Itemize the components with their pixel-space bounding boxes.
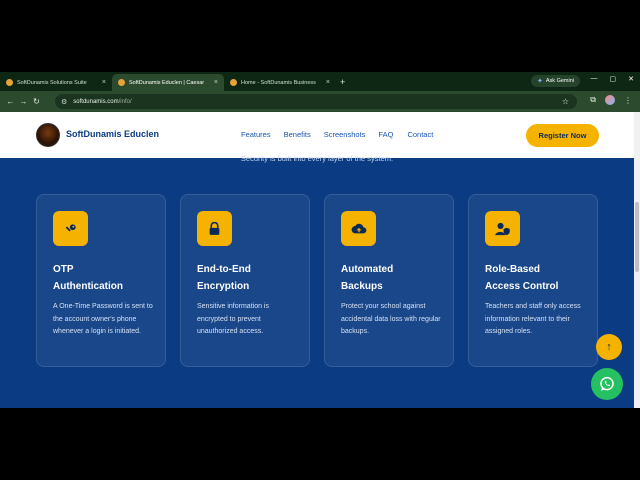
page-scrollbar[interactable] <box>634 112 640 408</box>
whatsapp-icon <box>600 376 614 391</box>
address-bar-row: ← → ↻ ⚙ softdunamis.com/info/ ☆ ⧉ ⋮ <box>0 91 640 112</box>
reload-icon[interactable]: ↻ <box>30 97 43 106</box>
favicon-icon <box>230 79 237 86</box>
tab-label: SoftDunamis Educlen | Caesar <box>129 79 205 86</box>
card-title: OTP Authentication <box>53 261 163 295</box>
browser-tab-2[interactable]: SoftDunamis Educlen | Caesar × <box>112 74 224 91</box>
webpage: SoftDunamis Educlen Features Benefits Sc… <box>0 112 634 408</box>
card-title: Automated Backups <box>341 261 451 295</box>
url-field[interactable]: ⚙ softdunamis.com/info/ ☆ <box>55 94 577 109</box>
card-title: Role-Based Access Control <box>485 261 595 295</box>
window-controls: — ▢ ✕ <box>591 75 635 83</box>
brand-logo[interactable] <box>36 123 60 147</box>
forward-icon[interactable]: → <box>17 97 30 106</box>
feature-card-otp: OTP Authentication A One-Time Password is… <box>36 194 166 367</box>
nav-features[interactable]: Features <box>241 130 271 139</box>
toolbar-icons: ⧉ ⋮ <box>590 95 632 105</box>
card-title-line2: Encryption <box>197 281 250 292</box>
card-title-line1: Automated <box>341 264 394 275</box>
card-description: Protect your school against accidental d… <box>341 303 441 335</box>
lock-icon <box>197 211 232 246</box>
site-header: SoftDunamis Educlen Features Benefits Sc… <box>0 112 634 158</box>
favicon-icon <box>118 79 125 86</box>
url-path: /info/ <box>118 98 132 105</box>
main-nav: Features Benefits Screenshots FAQ Contac… <box>241 130 433 139</box>
brand-name[interactable]: SoftDunamis Educlen <box>66 129 159 139</box>
section-subtitle: Security is built into every layer of th… <box>240 154 394 163</box>
favicon-icon <box>6 79 13 86</box>
menu-icon[interactable]: ⋮ <box>624 96 632 105</box>
scroll-to-top-button[interactable]: ↑ <box>596 334 622 360</box>
gemini-label: Ask Gemini <box>545 78 574 84</box>
site-info-icon[interactable]: ⚙ <box>61 98 67 106</box>
close-icon[interactable]: × <box>214 79 218 86</box>
card-description: Teachers and staff only access informati… <box>485 303 581 335</box>
register-now-button[interactable]: Register Now <box>526 124 599 147</box>
card-title: End-to-End Encryption <box>197 261 307 295</box>
feature-card-encryption: End-to-End Encryption Sensitive informati… <box>180 194 310 367</box>
tab-label: Home - SoftDunamis Business <box>241 79 316 86</box>
card-title-line2: Authentication <box>53 281 123 292</box>
card-title-line2: Backups <box>341 281 383 292</box>
browser-tab-1[interactable]: SoftDunamis Solutions Suite × <box>0 74 112 91</box>
whatsapp-button[interactable] <box>591 368 623 400</box>
feature-card-backups: Automated Backups Protect your school aga… <box>324 194 454 367</box>
card-title-line1: OTP <box>53 264 74 275</box>
minimize-icon[interactable]: — <box>591 75 598 83</box>
card-title-line1: Role-Based <box>485 264 541 275</box>
card-title-line1: End-to-End <box>197 264 251 275</box>
card-description: Sensitive information is encrypted to pr… <box>197 303 269 335</box>
card-description: A One-Time Password is sent to the accou… <box>53 303 153 335</box>
maximize-icon[interactable]: ▢ <box>610 75 617 83</box>
close-icon[interactable]: × <box>326 79 330 86</box>
browser-window: SoftDunamis Solutions Suite × SoftDunami… <box>0 72 640 408</box>
nav-faq[interactable]: FAQ <box>378 130 393 139</box>
bookmark-star-icon[interactable]: ☆ <box>562 97 569 106</box>
browser-tab-3[interactable]: Home - SoftDunamis Business × <box>224 74 336 91</box>
tab-strip: SoftDunamis Solutions Suite × SoftDunami… <box>0 72 640 91</box>
close-window-icon[interactable]: ✕ <box>628 75 634 83</box>
ask-gemini-button[interactable]: ✦ Ask Gemini <box>531 75 580 87</box>
close-icon[interactable]: × <box>102 79 106 86</box>
feature-card-access-control: Role-Based Access Control Teachers and st… <box>468 194 598 367</box>
extensions-icon[interactable]: ⧉ <box>590 95 596 105</box>
scrollbar-thumb[interactable] <box>635 202 639 272</box>
arrow-up-icon: ↑ <box>606 341 612 353</box>
nav-benefits[interactable]: Benefits <box>284 130 311 139</box>
user-shield-icon <box>485 211 520 246</box>
cloud-upload-icon <box>341 211 376 246</box>
nav-screenshots[interactable]: Screenshots <box>324 130 366 139</box>
back-icon[interactable]: ← <box>4 97 17 106</box>
tab-label: SoftDunamis Solutions Suite <box>17 79 87 86</box>
key-icon <box>53 211 88 246</box>
new-tab-icon[interactable]: + <box>340 77 345 87</box>
url-host: softdunamis.com <box>73 98 119 105</box>
profile-avatar[interactable] <box>605 95 615 105</box>
nav-contact[interactable]: Contact <box>407 130 433 139</box>
gemini-icon: ✦ <box>537 78 543 85</box>
card-title-line2: Access Control <box>485 281 559 292</box>
